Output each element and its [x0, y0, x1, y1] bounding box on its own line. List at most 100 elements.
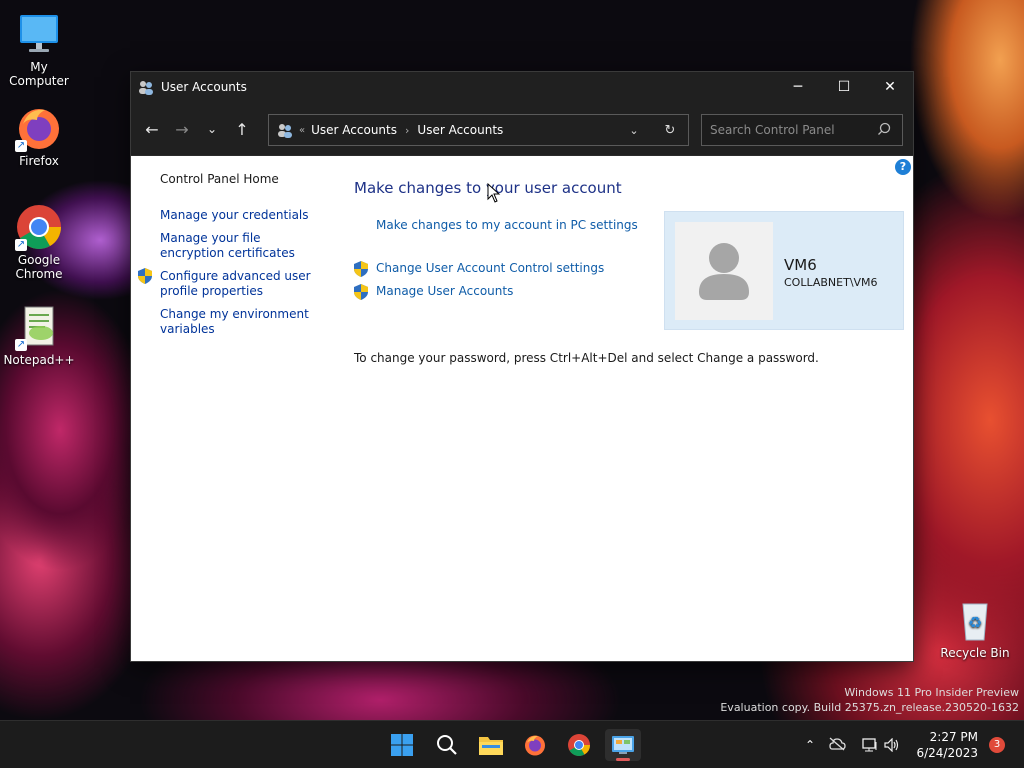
- arrow-up-icon: ↑: [235, 119, 249, 139]
- uac-settings-link[interactable]: Change User Account Control settings: [376, 261, 604, 275]
- chrome-taskbar-button[interactable]: [561, 729, 597, 761]
- taskbar: ⌃ 2:27 PM 6/24/2023 3: [0, 720, 1024, 768]
- cloud-offline-icon: [829, 737, 846, 750]
- notepadpp-icon: ↗: [15, 303, 63, 351]
- chevron-up-icon: ⌃: [804, 738, 816, 752]
- clock-date: 6/24/2023: [916, 746, 978, 760]
- control-panel-home-link[interactable]: Control Panel Home: [160, 172, 325, 187]
- address-dropdown-button[interactable]: ⌄: [616, 123, 652, 138]
- recent-locations-button[interactable]: ⌄: [197, 114, 227, 144]
- search-input[interactable]: [702, 123, 870, 137]
- window-title: User Accounts: [161, 80, 247, 94]
- desktop-icon-label: Notepad++: [3, 353, 75, 367]
- uac-shield-icon: [354, 261, 368, 277]
- navigation-bar: ← → ⌄ ↑ « User Accounts › User Accounts …: [131, 102, 913, 156]
- desktop-icon-google-chrome[interactable]: ↗ Google Chrome: [0, 203, 78, 281]
- overflow-chevron[interactable]: «: [299, 125, 305, 136]
- arrow-right-icon: →: [175, 119, 189, 139]
- manage-credentials-link[interactable]: Manage your credentials: [160, 208, 325, 223]
- search-box[interactable]: [701, 114, 903, 146]
- taskbar-clock[interactable]: 2:27 PM 6/24/2023: [916, 729, 978, 761]
- breadcrumb-item[interactable]: User Accounts: [311, 123, 397, 137]
- desktop-icon-recycle-bin[interactable]: ♻ Recycle Bin: [936, 596, 1014, 660]
- uac-shield-icon: [354, 284, 368, 300]
- system-tray: ⌃: [800, 721, 908, 768]
- refresh-icon: ↻: [664, 122, 676, 138]
- shortcut-arrow-icon: ↗: [15, 239, 27, 251]
- chrome-icon: ↗: [15, 203, 63, 251]
- account-domain-user: COLLABNET\VM6: [784, 276, 878, 289]
- content-area: ? Control Panel Home Manage your credent…: [131, 157, 913, 661]
- windows-logo-icon: [391, 734, 413, 756]
- close-button[interactable]: ✕: [867, 72, 913, 102]
- back-button[interactable]: ←: [137, 114, 167, 144]
- mouse-cursor-icon: [487, 183, 501, 203]
- close-icon: ✕: [884, 79, 896, 95]
- maximize-icon: ☐: [837, 79, 851, 95]
- search-button[interactable]: [429, 729, 465, 761]
- quick-settings-button[interactable]: [854, 738, 908, 752]
- clock-time: 2:27 PM: [929, 730, 978, 744]
- start-button[interactable]: [384, 729, 420, 761]
- watermark-line: Evaluation copy. Build 25375.zn_release.…: [720, 701, 1019, 714]
- change-environment-variables-link[interactable]: Change my environment variables: [160, 307, 325, 337]
- password-note: To change your password, press Ctrl+Alt+…: [354, 351, 819, 365]
- firefox-icon: ↗: [15, 104, 63, 152]
- file-explorer-button[interactable]: [473, 729, 509, 761]
- desktop-icon-label: Firefox: [19, 154, 59, 168]
- title-bar[interactable]: User Accounts ─ ☐ ✕: [131, 72, 913, 102]
- folder-icon: [479, 737, 503, 755]
- help-icon[interactable]: ?: [895, 159, 911, 175]
- desktop-icon-firefox[interactable]: ↗ Firefox: [0, 104, 78, 168]
- shortcut-arrow-icon: ↗: [15, 339, 27, 351]
- user-accounts-icon: [138, 79, 154, 95]
- manage-user-accounts-link[interactable]: Manage User Accounts: [376, 284, 513, 298]
- user-silhouette-icon: [699, 243, 749, 300]
- network-status-button[interactable]: [820, 737, 854, 754]
- manage-file-encryption-link[interactable]: Manage your file encryption certificates: [160, 231, 325, 261]
- minimize-button[interactable]: ─: [775, 72, 821, 102]
- breadcrumb-item[interactable]: User Accounts: [417, 123, 503, 137]
- avatar: [675, 222, 773, 320]
- user-accounts-window: User Accounts ─ ☐ ✕ ← → ⌄ ↑ « User Accou…: [130, 71, 914, 662]
- svg-text:♻: ♻: [968, 613, 982, 632]
- account-name: VM6: [784, 256, 817, 274]
- show-hidden-icons-button[interactable]: ⌃: [800, 738, 820, 752]
- configure-profile-properties-link[interactable]: Configure advanced user profile properti…: [160, 269, 325, 299]
- evaluation-watermark: Windows 11 Pro Insider Preview Evaluatio…: [720, 685, 1019, 715]
- volume-icon: [884, 738, 899, 752]
- firefox-icon: [525, 735, 545, 756]
- user-accounts-icon: [277, 122, 293, 138]
- watermark-line: Windows 11 Pro Insider Preview: [844, 686, 1019, 699]
- forward-button[interactable]: →: [167, 114, 197, 144]
- desktop-icon-label: Google Chrome: [15, 253, 63, 281]
- chevron-down-icon: ⌄: [206, 122, 218, 136]
- control-panel-icon: [612, 736, 634, 754]
- desktop-icon-notepadpp[interactable]: ↗ Notepad++: [0, 303, 78, 367]
- control-panel-taskbar-button[interactable]: [605, 729, 641, 761]
- breadcrumb-separator-icon[interactable]: ›: [405, 124, 409, 137]
- pc-settings-link[interactable]: Make changes to my account in PC setting…: [376, 218, 638, 232]
- account-card: VM6 COLLABNET\VM6: [664, 211, 904, 330]
- chevron-down-icon: ⌄: [629, 123, 639, 137]
- recycle-bin-icon: ♻: [951, 596, 999, 644]
- arrow-left-icon: ←: [145, 119, 159, 139]
- refresh-button[interactable]: ↻: [652, 123, 688, 138]
- network-wired-icon: [862, 738, 877, 752]
- chrome-icon: [568, 734, 590, 756]
- desktop-icon-label: My Computer: [9, 60, 69, 88]
- uac-shield-icon: [138, 268, 152, 284]
- monitor-icon: [15, 10, 63, 58]
- firefox-taskbar-button[interactable]: [517, 729, 553, 761]
- address-bar[interactable]: « User Accounts › User Accounts ⌄ ↻: [268, 114, 689, 146]
- minimize-icon: ─: [793, 79, 803, 95]
- shortcut-arrow-icon: ↗: [15, 140, 27, 152]
- search-icon[interactable]: [870, 122, 898, 139]
- maximize-button[interactable]: ☐: [821, 72, 867, 102]
- desktop-icon-label: Recycle Bin: [940, 646, 1010, 660]
- search-icon: [437, 735, 457, 755]
- notification-badge[interactable]: 3: [989, 737, 1005, 753]
- desktop-icon-my-computer[interactable]: My Computer: [0, 10, 78, 88]
- up-button[interactable]: ↑: [227, 114, 257, 144]
- active-indicator: [616, 758, 630, 761]
